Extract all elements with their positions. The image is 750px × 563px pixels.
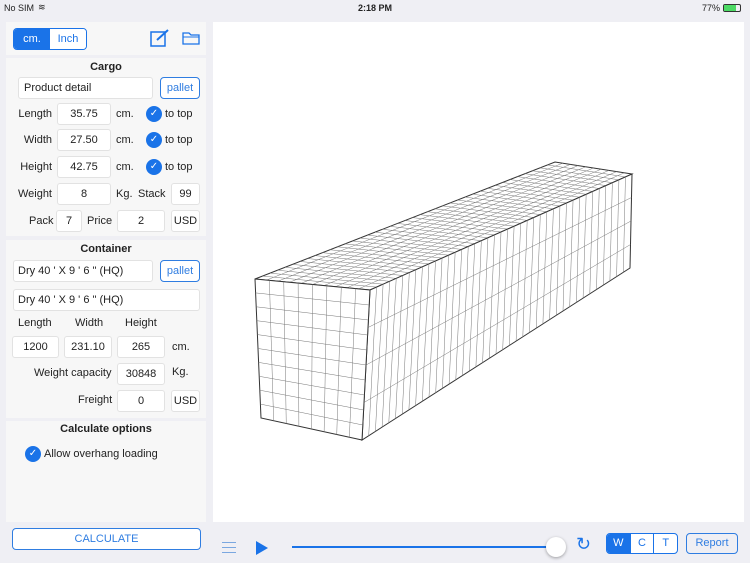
weight-unit: Kg. bbox=[116, 188, 133, 200]
cargo-title: Cargo bbox=[90, 61, 122, 73]
battery-percent: 77% bbox=[702, 3, 721, 13]
length-to-top-label: to top bbox=[165, 108, 193, 120]
freight-currency[interactable]: USD bbox=[171, 390, 200, 412]
unit-cm[interactable]: cm. bbox=[14, 29, 50, 49]
report-button[interactable]: Report bbox=[686, 533, 738, 554]
price-field[interactable]: 2 bbox=[117, 210, 165, 232]
width-to-top-checkbox[interactable]: ✓ bbox=[146, 132, 162, 148]
unit-inch[interactable]: Inch bbox=[50, 29, 86, 49]
length-label: Length bbox=[18, 108, 52, 120]
view-segment[interactable]: W C T bbox=[606, 533, 678, 554]
height-field[interactable]: 42.75 bbox=[57, 156, 111, 178]
pack-field[interactable]: 7 bbox=[56, 210, 82, 232]
container-panel: Container Dry 40 ' X 9 ' 6 " (HQ) pallet… bbox=[6, 240, 206, 418]
clock: 2:18 PM bbox=[358, 3, 393, 13]
edit-icon[interactable] bbox=[150, 29, 170, 47]
weight-capacity-unit: Kg. bbox=[172, 366, 189, 378]
container-width-label: Width bbox=[75, 317, 104, 329]
overhang-checkbox[interactable]: ✓ bbox=[25, 446, 41, 462]
cargo-pallet-button[interactable]: pallet bbox=[160, 77, 200, 99]
unit-segment[interactable]: cm. Inch bbox=[13, 28, 87, 50]
view-c[interactable]: C bbox=[629, 534, 654, 553]
container-width-field[interactable]: 231.10 bbox=[64, 336, 112, 358]
weight-label: Weight bbox=[17, 188, 52, 200]
refresh-icon[interactable]: ↻ bbox=[576, 534, 591, 555]
play-icon[interactable] bbox=[256, 541, 268, 555]
folder-icon[interactable] bbox=[182, 31, 200, 45]
carrier: No SIM bbox=[4, 3, 35, 13]
price-currency[interactable]: USD bbox=[171, 210, 200, 232]
height-to-top-label: to top bbox=[165, 161, 193, 173]
container-height-label: Height bbox=[125, 317, 157, 329]
height-to-top-checkbox[interactable]: ✓ bbox=[146, 159, 162, 175]
weight-field[interactable]: 8 bbox=[57, 183, 111, 205]
container-type-field[interactable]: Dry 40 ' X 9 ' 6 " (HQ) bbox=[13, 260, 153, 282]
container-dim-unit: cm. bbox=[172, 341, 190, 353]
container-3d-render bbox=[254, 161, 634, 441]
width-to-top-label: to top bbox=[165, 134, 193, 146]
container-length-label: Length bbox=[18, 317, 52, 329]
calculate-button[interactable]: CALCULATE bbox=[12, 528, 201, 550]
width-label: Width bbox=[23, 134, 52, 146]
container-name-field[interactable]: Dry 40 ' X 9 ' 6 " (HQ) bbox=[13, 289, 200, 311]
weight-capacity-label: Weight capacity bbox=[34, 367, 112, 379]
width-unit: cm. bbox=[116, 134, 134, 146]
container-height-field[interactable]: 265 bbox=[117, 336, 165, 358]
length-unit: cm. bbox=[116, 108, 134, 120]
length-to-top-checkbox[interactable]: ✓ bbox=[146, 106, 162, 122]
3d-view[interactable] bbox=[213, 22, 744, 522]
pack-label: Pack bbox=[29, 215, 54, 227]
width-field[interactable]: 27.50 bbox=[57, 129, 111, 151]
options-title: Calculate options bbox=[60, 423, 152, 435]
price-label: Price bbox=[87, 215, 113, 227]
view-t[interactable]: T bbox=[653, 534, 677, 553]
container-pallet-button[interactable]: pallet bbox=[160, 260, 200, 282]
status-bar: No SIM ≋ 2:18 PM 77% bbox=[0, 0, 750, 16]
view-w[interactable]: W bbox=[607, 534, 630, 553]
options-panel: Calculate options ✓ Allow overhang loadi… bbox=[6, 421, 206, 522]
top-bar: cm. Inch bbox=[6, 22, 206, 55]
stack-label: Stack bbox=[138, 188, 166, 200]
freight-field[interactable]: 0 bbox=[117, 390, 165, 412]
container-title: Container bbox=[80, 243, 132, 255]
freight-label: Freight bbox=[78, 394, 113, 406]
product-detail-field[interactable]: Product detail bbox=[18, 77, 153, 99]
stack-field[interactable]: 99 bbox=[171, 183, 200, 205]
weight-capacity-field[interactable]: 30848 bbox=[117, 363, 165, 385]
menu-icon[interactable] bbox=[222, 540, 236, 554]
wifi-icon: ≋ bbox=[38, 2, 46, 12]
length-field[interactable]: 35.75 bbox=[57, 103, 111, 125]
cargo-panel: Cargo Product detail pallet Length 35.75… bbox=[6, 58, 206, 236]
overhang-label: Allow overhang loading bbox=[44, 448, 158, 460]
container-length-field[interactable]: 1200 bbox=[12, 336, 59, 358]
progress-slider[interactable] bbox=[292, 546, 556, 548]
battery-icon bbox=[723, 4, 741, 12]
slider-thumb[interactable] bbox=[546, 537, 566, 557]
height-label: Height bbox=[20, 161, 52, 173]
height-unit: cm. bbox=[116, 161, 134, 173]
